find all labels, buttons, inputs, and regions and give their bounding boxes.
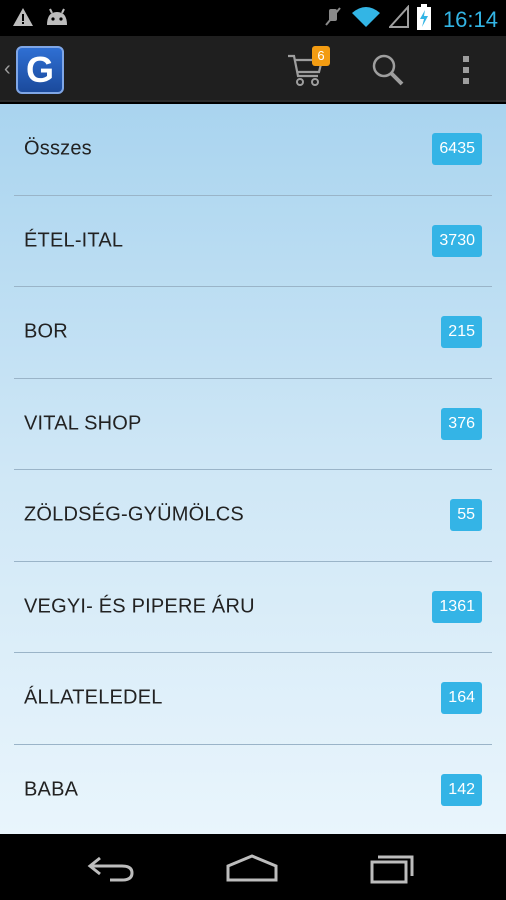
category-item-bor[interactable]: BOR 215 bbox=[14, 287, 492, 379]
category-label: ÁLLATELEDEL bbox=[24, 686, 163, 709]
category-label: BABA bbox=[24, 778, 79, 801]
recent-apps-button[interactable] bbox=[362, 850, 422, 886]
category-item-vital-shop[interactable]: VITAL SHOP 376 bbox=[14, 379, 492, 470]
category-count-badge: 6435 bbox=[432, 133, 482, 166]
cart-count-badge: 6 bbox=[312, 46, 330, 66]
category-count-badge: 3730 bbox=[432, 224, 482, 257]
app-logo[interactable]: G bbox=[16, 46, 64, 94]
category-label: VEGYI- ÉS PIPERE ÁRU bbox=[24, 595, 255, 618]
search-icon bbox=[372, 54, 404, 86]
category-item-zoldseg-gyumolcs[interactable]: ZÖLDSÉG-GYÜMÖLCS 55 bbox=[14, 470, 492, 562]
navigation-bar bbox=[0, 834, 506, 900]
category-label: BOR bbox=[24, 320, 68, 343]
overflow-menu-button[interactable] bbox=[456, 52, 476, 88]
category-count-badge: 215 bbox=[441, 316, 482, 349]
android-debug-icon bbox=[44, 7, 70, 32]
category-item-allateledel[interactable]: ÁLLATELEDEL 164 bbox=[14, 653, 492, 745]
category-label: ÉTEL-ITAL bbox=[24, 229, 124, 252]
category-item-osszes[interactable]: Összes 6435 bbox=[14, 104, 492, 196]
status-bar: 16:14 bbox=[0, 0, 506, 36]
category-list: Összes 6435 ÉTEL-ITAL 3730 BOR 215 VITAL… bbox=[0, 104, 506, 834]
category-count-badge: 164 bbox=[441, 682, 482, 715]
overflow-menu-icon bbox=[463, 56, 469, 84]
wifi-icon bbox=[351, 5, 381, 34]
category-item-etel-ital[interactable]: ÉTEL-ITAL 3730 bbox=[14, 196, 492, 287]
status-time: 16:14 bbox=[442, 6, 498, 32]
category-count-badge: 1361 bbox=[432, 590, 482, 623]
warning-icon bbox=[12, 6, 34, 33]
category-item-vegyi-es-pipere-aru[interactable]: VEGYI- ÉS PIPERE ÁRU 1361 bbox=[14, 562, 492, 653]
back-icon bbox=[87, 856, 134, 882]
home-button[interactable] bbox=[222, 850, 282, 886]
category-label: ZÖLDSÉG-GYÜMÖLCS bbox=[24, 503, 244, 526]
home-icon bbox=[226, 854, 278, 882]
category-count-badge: 376 bbox=[441, 407, 482, 440]
category-count-badge: 142 bbox=[441, 773, 482, 806]
action-bar: ‹ G 6 bbox=[0, 36, 506, 102]
app-logo-letter: G bbox=[25, 49, 54, 90]
battery-charging-icon bbox=[416, 4, 431, 35]
search-button[interactable] bbox=[368, 52, 408, 88]
category-label: VITAL SHOP bbox=[24, 412, 142, 435]
up-caret-icon[interactable]: ‹ bbox=[4, 58, 11, 81]
recent-apps-icon bbox=[370, 855, 414, 884]
category-count-badge: 55 bbox=[450, 499, 482, 532]
category-label: Összes bbox=[24, 137, 92, 160]
signal-icon bbox=[387, 4, 409, 34]
category-item-baba[interactable]: BABA 142 bbox=[14, 745, 492, 835]
mute-icon bbox=[323, 5, 343, 34]
back-button[interactable] bbox=[82, 850, 142, 886]
